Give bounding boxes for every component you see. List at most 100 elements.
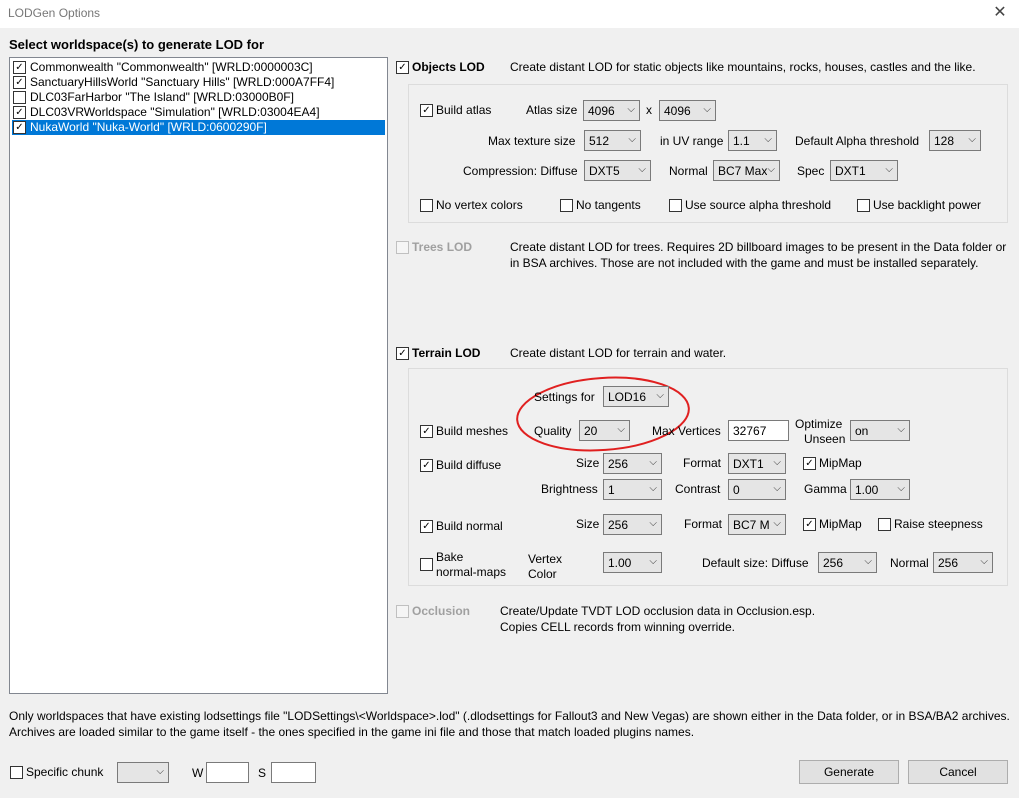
chevron-down-icon: ⌵ bbox=[773, 483, 781, 494]
no-vertex-colors-checkbox[interactable] bbox=[420, 199, 433, 212]
terrain-lod-checkbox[interactable]: ✓ bbox=[396, 347, 409, 360]
specific-chunk-label: Specific chunk bbox=[26, 765, 104, 779]
build-meshes-checkbox[interactable]: ✓ bbox=[420, 425, 433, 438]
s-input[interactable] bbox=[271, 762, 316, 783]
diffuse-mipmap-label: MipMap bbox=[819, 456, 862, 470]
vertex-label: Vertex bbox=[528, 552, 563, 566]
chevron-down-icon: ⌵ bbox=[968, 134, 976, 145]
max-vertices-label: Max Vertices bbox=[652, 424, 721, 438]
use-backlight-checkbox[interactable] bbox=[857, 199, 870, 212]
quality-select[interactable]: 20 ⌵ bbox=[579, 420, 630, 441]
objects-lod-label: Objects LOD bbox=[412, 60, 485, 74]
alpha-threshold-select[interactable]: 128 ⌵ bbox=[929, 130, 981, 151]
vertex-color-select[interactable]: 1.00 ⌵ bbox=[603, 552, 662, 573]
unseen-label: Unseen bbox=[804, 432, 846, 446]
trees-lod-label: Trees LOD bbox=[412, 240, 473, 254]
chevron-down-icon: ⌵ bbox=[773, 518, 781, 529]
chevron-down-icon: ⌵ bbox=[980, 556, 988, 567]
normal-maps-label: normal-maps bbox=[436, 565, 507, 579]
build-atlas-checkbox[interactable]: ✓ bbox=[420, 104, 433, 117]
checkbox-icon[interactable]: ✓ bbox=[13, 61, 26, 74]
use-source-alpha-label: Use source alpha threshold bbox=[685, 198, 832, 212]
close-icon[interactable]: ✕ bbox=[990, 2, 1010, 24]
objects-lod-desc: Create distant LOD for static objects li… bbox=[510, 60, 976, 74]
checkbox-icon[interactable]: ✓ bbox=[13, 121, 26, 134]
chevron-down-icon: ⌵ bbox=[628, 134, 636, 145]
normal-format-select[interactable]: BC7 M ⌵ bbox=[728, 514, 786, 535]
worldspace-list[interactable]: ✓ Commonwealth "Commonwealth" [WRLD:0000… bbox=[9, 57, 388, 694]
chevron-down-icon: ⌵ bbox=[885, 164, 893, 175]
checkbox-icon[interactable]: ✓ bbox=[13, 76, 26, 89]
annotation-circle bbox=[516, 376, 690, 452]
optimize-unseen-select[interactable]: on ⌵ bbox=[850, 420, 910, 441]
optimize-label: Optimize bbox=[795, 417, 843, 431]
default-normal-select[interactable]: 256 ⌵ bbox=[933, 552, 993, 573]
diffuse-mipmap-checkbox[interactable]: ✓ bbox=[803, 457, 816, 470]
build-meshes-label: Build meshes bbox=[436, 424, 509, 438]
occlusion-label: Occlusion bbox=[412, 604, 471, 618]
normal-size-label: Size bbox=[576, 517, 600, 531]
occlusion-desc-2: Copies CELL records from winning overrid… bbox=[500, 620, 735, 634]
chevron-down-icon: ⌵ bbox=[638, 164, 646, 175]
max-vertices-input[interactable]: 32767 bbox=[728, 420, 789, 441]
atlas-width-select[interactable]: 4096 ⌵ bbox=[583, 100, 640, 121]
max-texture-select[interactable]: 512 ⌵ bbox=[584, 130, 641, 151]
uv-range-label: in UV range bbox=[660, 134, 724, 148]
terrain-group bbox=[408, 368, 1008, 586]
raise-steepness-label: Raise steepness bbox=[894, 517, 983, 531]
atlas-height-select[interactable]: 4096 ⌵ bbox=[659, 100, 716, 121]
chevron-down-icon: ⌵ bbox=[897, 424, 905, 435]
contrast-select[interactable]: 0 ⌵ bbox=[728, 479, 786, 500]
build-atlas-label: Build atlas bbox=[436, 103, 492, 117]
objects-lod-checkbox[interactable]: ✓ bbox=[396, 61, 409, 74]
use-source-alpha-checkbox[interactable] bbox=[669, 199, 682, 212]
bake-label: Bake bbox=[436, 550, 464, 564]
chevron-down-icon: ⌵ bbox=[649, 518, 657, 529]
chevron-down-icon: ⌵ bbox=[897, 483, 905, 494]
trees-lod-checkbox[interactable] bbox=[396, 241, 409, 254]
diffuse-compression-select[interactable]: DXT5 ⌵ bbox=[584, 160, 651, 181]
chevron-down-icon: ⌵ bbox=[656, 390, 664, 401]
diffuse-size-select[interactable]: 256 ⌵ bbox=[603, 453, 662, 474]
settings-for-select[interactable]: LOD16 ⌵ bbox=[603, 386, 669, 407]
generate-button[interactable]: Generate bbox=[799, 760, 899, 784]
chevron-down-icon: ⌵ bbox=[627, 104, 635, 115]
no-vertex-colors-label: No vertex colors bbox=[436, 198, 523, 212]
no-tangents-checkbox[interactable] bbox=[560, 199, 573, 212]
raise-steepness-checkbox[interactable] bbox=[878, 518, 891, 531]
checkbox-icon[interactable] bbox=[13, 91, 26, 104]
list-item-selected[interactable]: ✓ NukaWorld "Nuka-World" [WRLD:0600290F] bbox=[12, 120, 385, 135]
occlusion-desc-1: Create/Update TVDT LOD occlusion data in… bbox=[500, 604, 816, 618]
normal-format-label: Format bbox=[684, 517, 723, 531]
brightness-select[interactable]: 1 ⌵ bbox=[603, 479, 662, 500]
build-normal-checkbox[interactable]: ✓ bbox=[420, 520, 433, 533]
chunk-select[interactable]: ⌵ bbox=[117, 762, 169, 783]
normal-size-select[interactable]: 256 ⌵ bbox=[603, 514, 662, 535]
quality-label: Quality bbox=[534, 424, 572, 438]
chevron-down-icon: ⌵ bbox=[649, 483, 657, 494]
diffuse-size-label: Size bbox=[576, 456, 600, 470]
footer-line-1: Only worldspaces that have existing lods… bbox=[9, 709, 1010, 723]
checkbox-icon[interactable]: ✓ bbox=[13, 106, 26, 119]
cancel-button[interactable]: Cancel bbox=[908, 760, 1008, 784]
build-diffuse-checkbox[interactable]: ✓ bbox=[420, 459, 433, 472]
w-input[interactable] bbox=[206, 762, 249, 783]
build-diffuse-label: Build diffuse bbox=[436, 458, 502, 472]
spec-compression-select[interactable]: DXT1 ⌵ bbox=[830, 160, 898, 181]
gamma-select[interactable]: 1.00 ⌵ bbox=[850, 479, 910, 500]
chevron-down-icon: ⌵ bbox=[649, 457, 657, 468]
normal-mipmap-checkbox[interactable]: ✓ bbox=[803, 518, 816, 531]
worldspace-header: Select worldspace(s) to generate LOD for bbox=[9, 37, 265, 52]
specific-chunk-checkbox[interactable] bbox=[10, 766, 23, 779]
chevron-down-icon: ⌵ bbox=[156, 766, 164, 777]
bake-normal-maps-checkbox[interactable] bbox=[420, 558, 433, 571]
atlas-x-label: x bbox=[646, 103, 652, 117]
alpha-threshold-label: Default Alpha threshold bbox=[795, 134, 920, 148]
normal-compression-select[interactable]: BC7 Max ⌵ bbox=[713, 160, 780, 181]
atlas-size-label: Atlas size bbox=[526, 103, 578, 117]
uv-range-select[interactable]: 1.1 ⌵ bbox=[728, 130, 777, 151]
terrain-lod-desc: Create distant LOD for terrain and water… bbox=[510, 346, 727, 360]
default-diffuse-select[interactable]: 256 ⌵ bbox=[818, 552, 877, 573]
occlusion-checkbox[interactable] bbox=[396, 605, 409, 618]
diffuse-format-select[interactable]: DXT1 ⌵ bbox=[728, 453, 786, 474]
